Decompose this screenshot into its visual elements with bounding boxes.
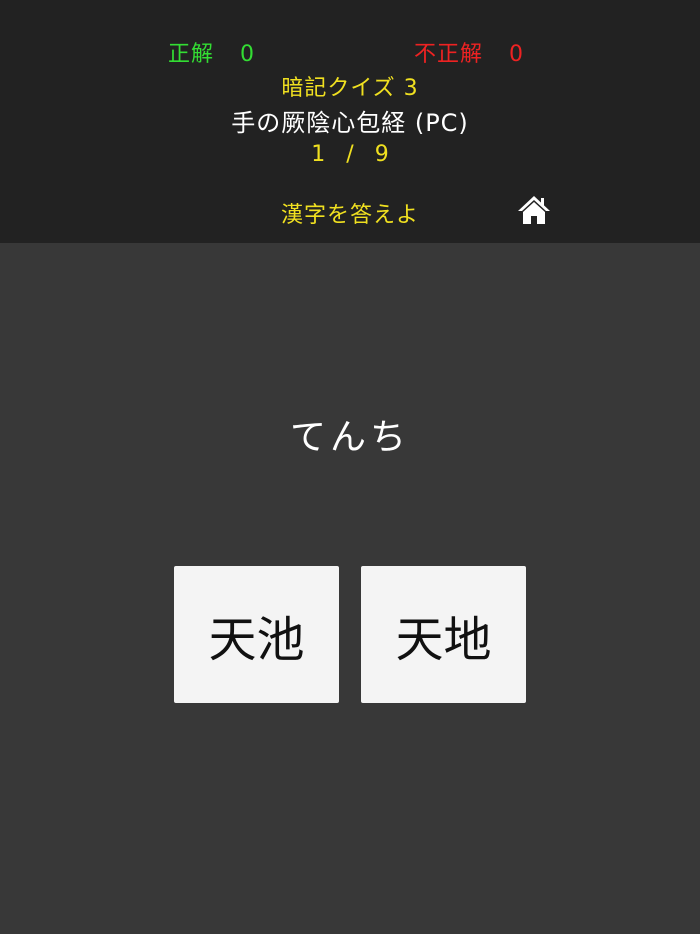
instruction-text: 漢字を答えよ — [280, 203, 419, 228]
answer-choice-2[interactable]: 天地 — [361, 566, 526, 703]
correct-score: 正解 0 — [168, 36, 255, 68]
correct-count: 0 — [240, 42, 256, 67]
home-button[interactable] — [516, 193, 552, 227]
quiz-title: 暗記クイズ 3 — [281, 76, 419, 101]
meridian-name: 手の厥陰心包経 (PC) — [231, 109, 469, 137]
question-reading: てんち — [289, 417, 410, 458]
wrong-count: 0 — [509, 42, 525, 67]
home-icon — [518, 196, 550, 224]
header: 正解 0 不正解 0 暗記クイズ 3 手の厥陰心包経 (PC) 1 / 9 漢字を答… — [0, 0, 700, 243]
answer-choice-1[interactable]: 天池 — [174, 566, 339, 703]
question-progress: 1 / 9 — [311, 142, 389, 167]
wrong-score: 不正解 0 — [414, 36, 524, 68]
correct-label: 正解 — [168, 42, 215, 67]
wrong-label: 不正解 — [414, 42, 484, 67]
